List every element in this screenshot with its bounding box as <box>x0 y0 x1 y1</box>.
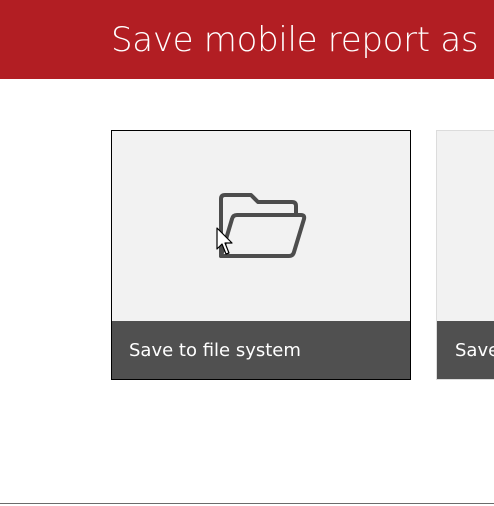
title-bar: Save mobile report as <box>0 0 494 79</box>
save-option-tile[interactable]: Save <box>436 130 494 380</box>
page-title: Save mobile report as <box>111 20 479 60</box>
bottom-divider <box>0 503 494 504</box>
tile-label: Save <box>455 340 494 361</box>
tile-label-bar: Save to file system <box>112 321 410 379</box>
mouse-pointer-icon <box>216 227 233 255</box>
tile-label: Save to file system <box>129 340 301 361</box>
save-to-file-system-tile[interactable]: Save to file system <box>111 130 411 380</box>
tile-label-bar: Save <box>437 321 494 379</box>
